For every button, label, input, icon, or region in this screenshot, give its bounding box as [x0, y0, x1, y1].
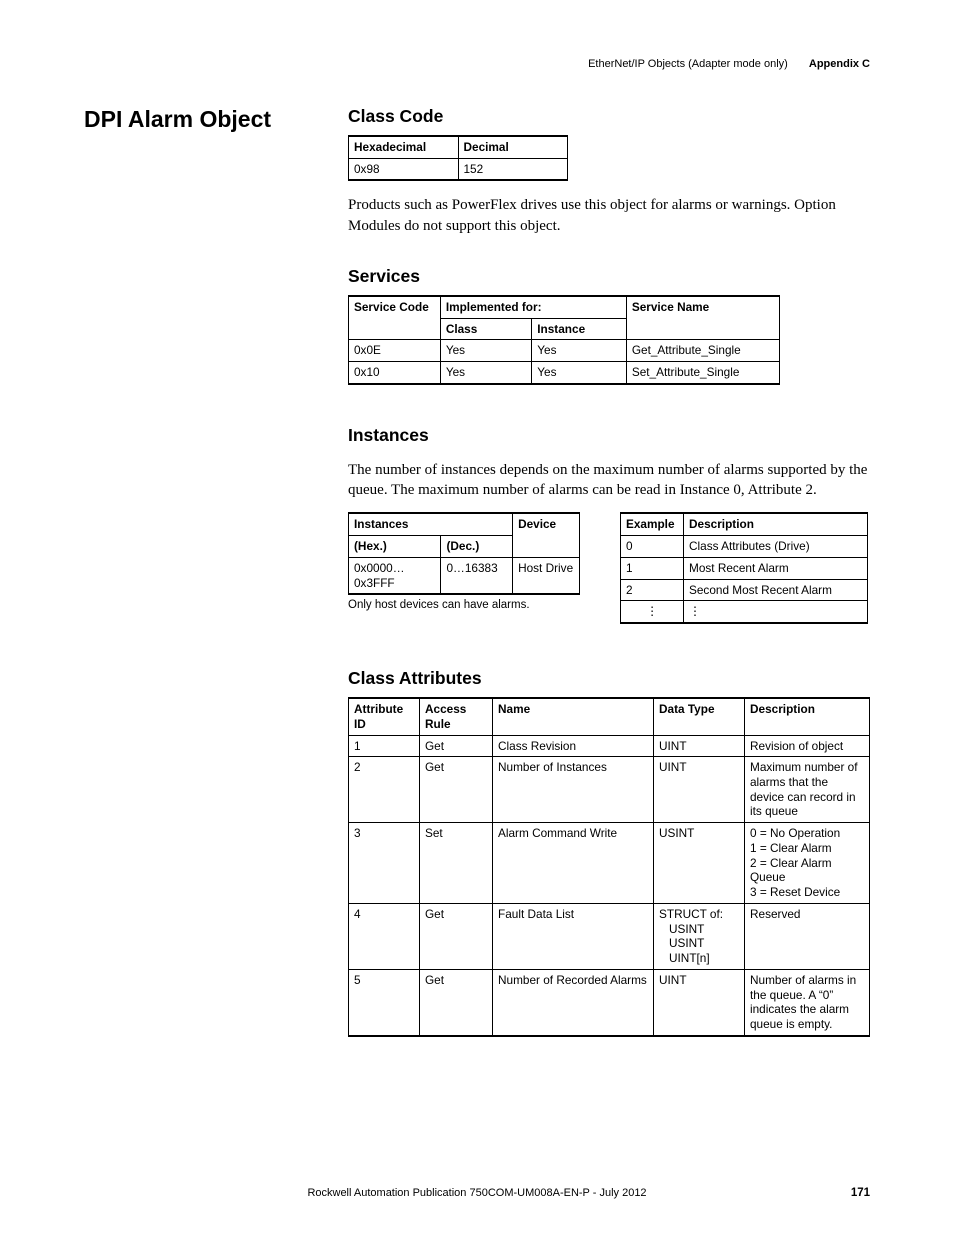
examples-r1-desc: Most Recent Alarm: [684, 557, 868, 579]
examples-r3-ex: ⋮: [621, 601, 684, 623]
examples-r3-desc: ⋮: [684, 601, 868, 623]
classattr-th-name: Name: [493, 698, 654, 735]
services-table: Service Code Implemented for: Service Na…: [348, 295, 780, 385]
classattr-r3-type-l2: USINT: [659, 936, 739, 951]
class-code-th-dec: Decimal: [458, 136, 568, 158]
examples-th-example: Example: [621, 513, 684, 535]
section-side-heading: DPI Alarm Object: [84, 106, 271, 133]
class-code-td-hex: 0x98: [349, 158, 459, 180]
services-r0-instance: Yes: [532, 340, 627, 362]
instances-td-hex: 0x0000…0x3FFF: [349, 557, 441, 594]
class-code-heading: Class Code: [348, 106, 870, 127]
services-r1-code: 0x10: [349, 362, 441, 384]
instances-table: Instances Device (Hex.) (Dec.) 0x0000…0x…: [348, 512, 580, 595]
instances-heading: Instances: [348, 425, 870, 446]
classattr-r0-name: Class Revision: [493, 735, 654, 757]
classattr-r0-rule: Get: [420, 735, 493, 757]
class-attributes-table: Attribute ID Access Rule Name Data Type …: [348, 697, 870, 1037]
class-code-table: Hexadecimal Decimal 0x98 152: [348, 135, 568, 181]
classattr-r0-type: UINT: [654, 735, 745, 757]
classattr-r1-id: 2: [349, 757, 420, 823]
classattr-th-type: Data Type: [654, 698, 745, 735]
instances-th-instances: Instances: [349, 513, 513, 535]
classattr-th-desc: Description: [745, 698, 870, 735]
services-r0-class: Yes: [440, 340, 531, 362]
instances-paragraph: The number of instances depends on the m…: [348, 460, 870, 501]
services-r0-name: Get_Attribute_Single: [626, 340, 779, 362]
instances-td-dec: 0…16383: [441, 557, 513, 594]
classattr-r4-type: UINT: [654, 969, 745, 1035]
instances-footnote: Only host devices can have alarms.: [348, 599, 580, 611]
footer-page-number: 171: [851, 1187, 870, 1199]
examples-table: Example Description 0 Class Attributes (…: [620, 512, 868, 624]
instances-th-hex: (Hex.): [349, 536, 441, 558]
classattr-r4-rule: Get: [420, 969, 493, 1035]
classattr-r4-desc: Number of alarms in the queue. A “0” ind…: [745, 969, 870, 1035]
classattr-r3-name: Fault Data List: [493, 903, 654, 969]
instances-td-device: Host Drive: [513, 557, 580, 594]
examples-r2-ex: 2: [621, 579, 684, 601]
examples-r0-ex: 0: [621, 536, 684, 558]
classattr-r2-desc-l1: 1 = Clear Alarm: [750, 841, 864, 856]
classattr-r3-type: STRUCT of: USINT USINT UINT[n]: [654, 903, 745, 969]
class-code-th-hex: Hexadecimal: [349, 136, 459, 158]
classattr-th-rule: Access Rule: [420, 698, 493, 735]
services-th-code: Service Code: [349, 296, 441, 340]
running-head-title: EtherNet/IP Objects (Adapter mode only): [588, 58, 788, 70]
classattr-r1-desc: Maximum number of alarms that the device…: [745, 757, 870, 823]
classattr-r3-desc: Reserved: [745, 903, 870, 969]
classattr-r2-desc: 0 = No Operation 1 = Clear Alarm 2 = Cle…: [745, 823, 870, 904]
classattr-r2-desc-l2: 2 = Clear Alarm Queue: [750, 856, 864, 885]
examples-r2-desc: Second Most Recent Alarm: [684, 579, 868, 601]
classattr-r2-desc-l0: 0 = No Operation: [750, 826, 864, 841]
instances-th-device: Device: [513, 513, 580, 557]
footer-publication: Rockwell Automation Publication 750COM-U…: [0, 1187, 954, 1199]
class-code-td-dec: 152: [458, 158, 568, 180]
classattr-r2-id: 3: [349, 823, 420, 904]
classattr-r3-type-l0: STRUCT of:: [659, 907, 739, 922]
intro-paragraph: Products such as PowerFlex drives use th…: [348, 195, 870, 236]
classattr-r1-name: Number of Instances: [493, 757, 654, 823]
running-head-appendix: Appendix C: [809, 58, 870, 70]
services-th-name: Service Name: [626, 296, 779, 340]
services-r1-instance: Yes: [532, 362, 627, 384]
classattr-r3-id: 4: [349, 903, 420, 969]
classattr-r0-desc: Revision of object: [745, 735, 870, 757]
running-head: EtherNet/IP Objects (Adapter mode only) …: [588, 58, 870, 70]
classattr-r2-type: USINT: [654, 823, 745, 904]
examples-r1-ex: 1: [621, 557, 684, 579]
classattr-r4-name: Number of Recorded Alarms: [493, 969, 654, 1035]
services-r0-code: 0x0E: [349, 340, 441, 362]
services-heading: Services: [348, 266, 870, 287]
classattr-th-id: Attribute ID: [349, 698, 420, 735]
class-attributes-heading: Class Attributes: [348, 668, 870, 689]
classattr-r2-rule: Set: [420, 823, 493, 904]
classattr-r0-id: 1: [349, 735, 420, 757]
classattr-r3-type-l1: USINT: [659, 922, 739, 937]
classattr-r2-desc-l3: 3 = Reset Device: [750, 885, 864, 900]
classattr-r2-name: Alarm Command Write: [493, 823, 654, 904]
instances-th-dec: (Dec.): [441, 536, 513, 558]
services-th-instance: Instance: [532, 318, 627, 340]
examples-r0-desc: Class Attributes (Drive): [684, 536, 868, 558]
services-th-impl: Implemented for:: [440, 296, 626, 318]
classattr-r3-type-l3: UINT[n]: [659, 951, 739, 966]
classattr-r1-rule: Get: [420, 757, 493, 823]
classattr-r1-type: UINT: [654, 757, 745, 823]
services-th-class: Class: [440, 318, 531, 340]
services-r1-class: Yes: [440, 362, 531, 384]
services-r1-name: Set_Attribute_Single: [626, 362, 779, 384]
classattr-r4-id: 5: [349, 969, 420, 1035]
classattr-r3-rule: Get: [420, 903, 493, 969]
examples-th-desc: Description: [684, 513, 868, 535]
